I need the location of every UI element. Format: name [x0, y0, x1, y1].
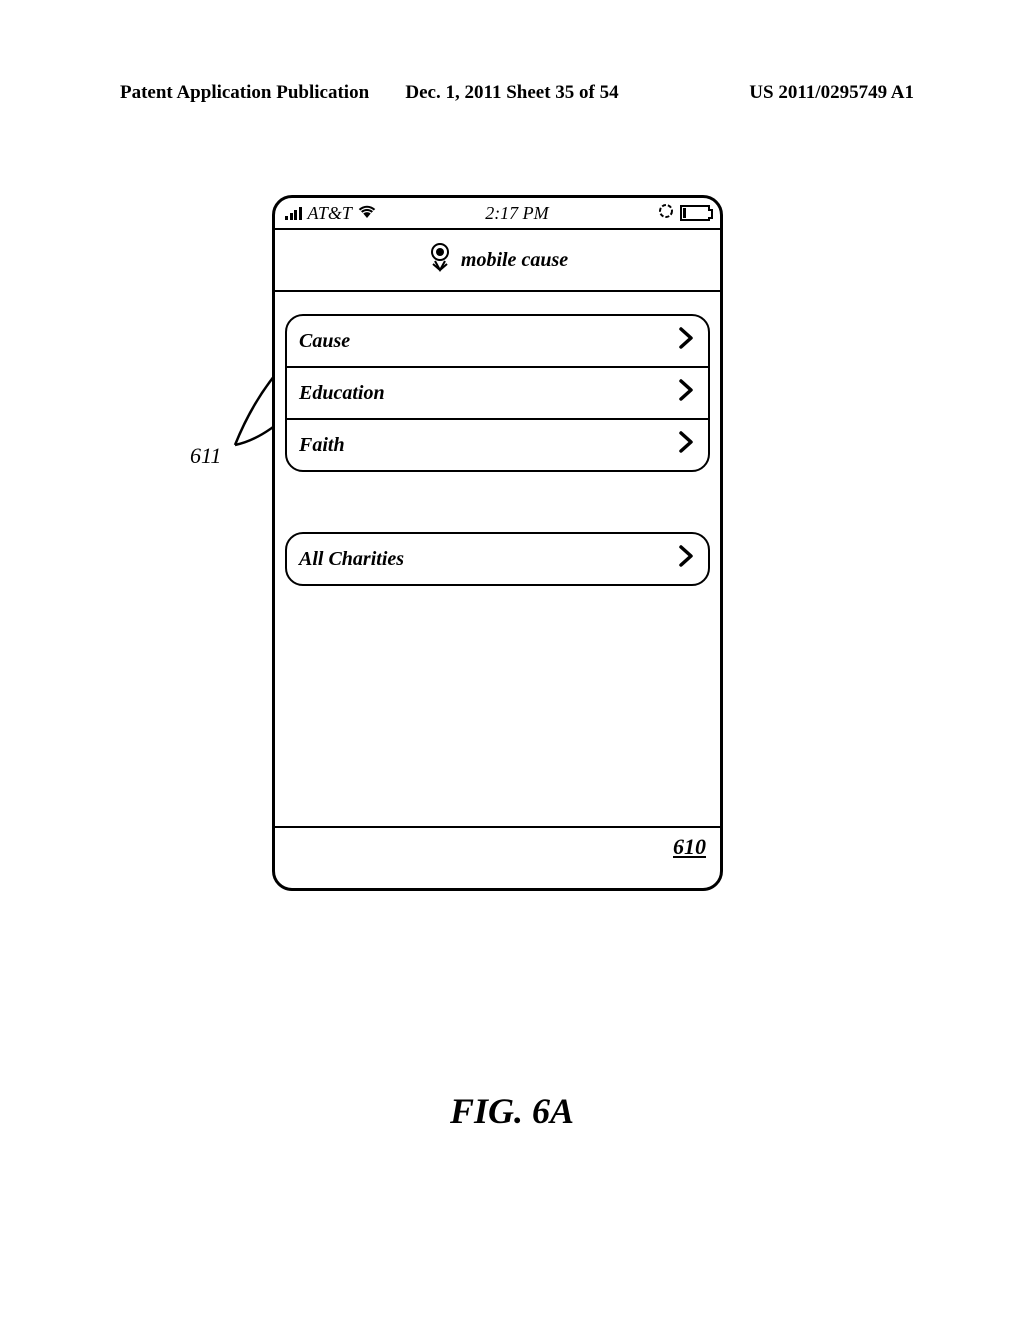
app-logo-icon	[427, 242, 453, 278]
status-time: 2:17 PM	[485, 203, 548, 224]
row-education[interactable]: Education	[287, 366, 708, 418]
row-label: Cause	[299, 330, 350, 353]
chevron-right-icon	[678, 544, 696, 574]
header-left: Patent Application Publication	[120, 82, 369, 104]
row-label: All Charities	[299, 548, 404, 571]
chevron-right-icon	[678, 430, 696, 460]
battery-icon	[680, 205, 710, 221]
carrier-label: AT&T	[308, 203, 352, 224]
figure-label: FIG. 6A	[450, 1090, 574, 1132]
row-cause[interactable]: Cause	[287, 316, 708, 366]
header-right: US 2011/0295749 A1	[749, 82, 914, 104]
status-right	[658, 203, 710, 224]
title-bar: mobile cause	[275, 230, 720, 292]
signal-icon	[285, 206, 302, 220]
phone-screen: AT&T 2:17 PM	[272, 195, 723, 891]
patent-page: Patent Application Publication Dec. 1, 2…	[0, 0, 1024, 1320]
category-group: Cause Education Faith	[285, 314, 710, 472]
reference-611: 611	[190, 443, 221, 469]
row-label: Faith	[299, 434, 345, 457]
page-header: Patent Application Publication Dec. 1, 2…	[0, 82, 1024, 104]
row-label: Education	[299, 382, 385, 405]
header-center: Dec. 1, 2011 Sheet 35 of 54	[405, 82, 618, 104]
all-charities-group: All Charities	[285, 532, 710, 586]
row-all-charities[interactable]: All Charities	[287, 534, 708, 584]
wifi-icon	[358, 203, 376, 224]
loading-icon	[658, 203, 674, 224]
status-left: AT&T	[285, 203, 376, 224]
app-title: mobile cause	[461, 249, 568, 272]
status-bar: AT&T 2:17 PM	[275, 198, 720, 230]
chevron-right-icon	[678, 378, 696, 408]
row-faith[interactable]: Faith	[287, 418, 708, 470]
bottom-divider	[275, 826, 720, 829]
reference-610: 610	[673, 834, 706, 860]
chevron-right-icon	[678, 326, 696, 356]
list-area: Cause Education Faith	[275, 314, 720, 586]
